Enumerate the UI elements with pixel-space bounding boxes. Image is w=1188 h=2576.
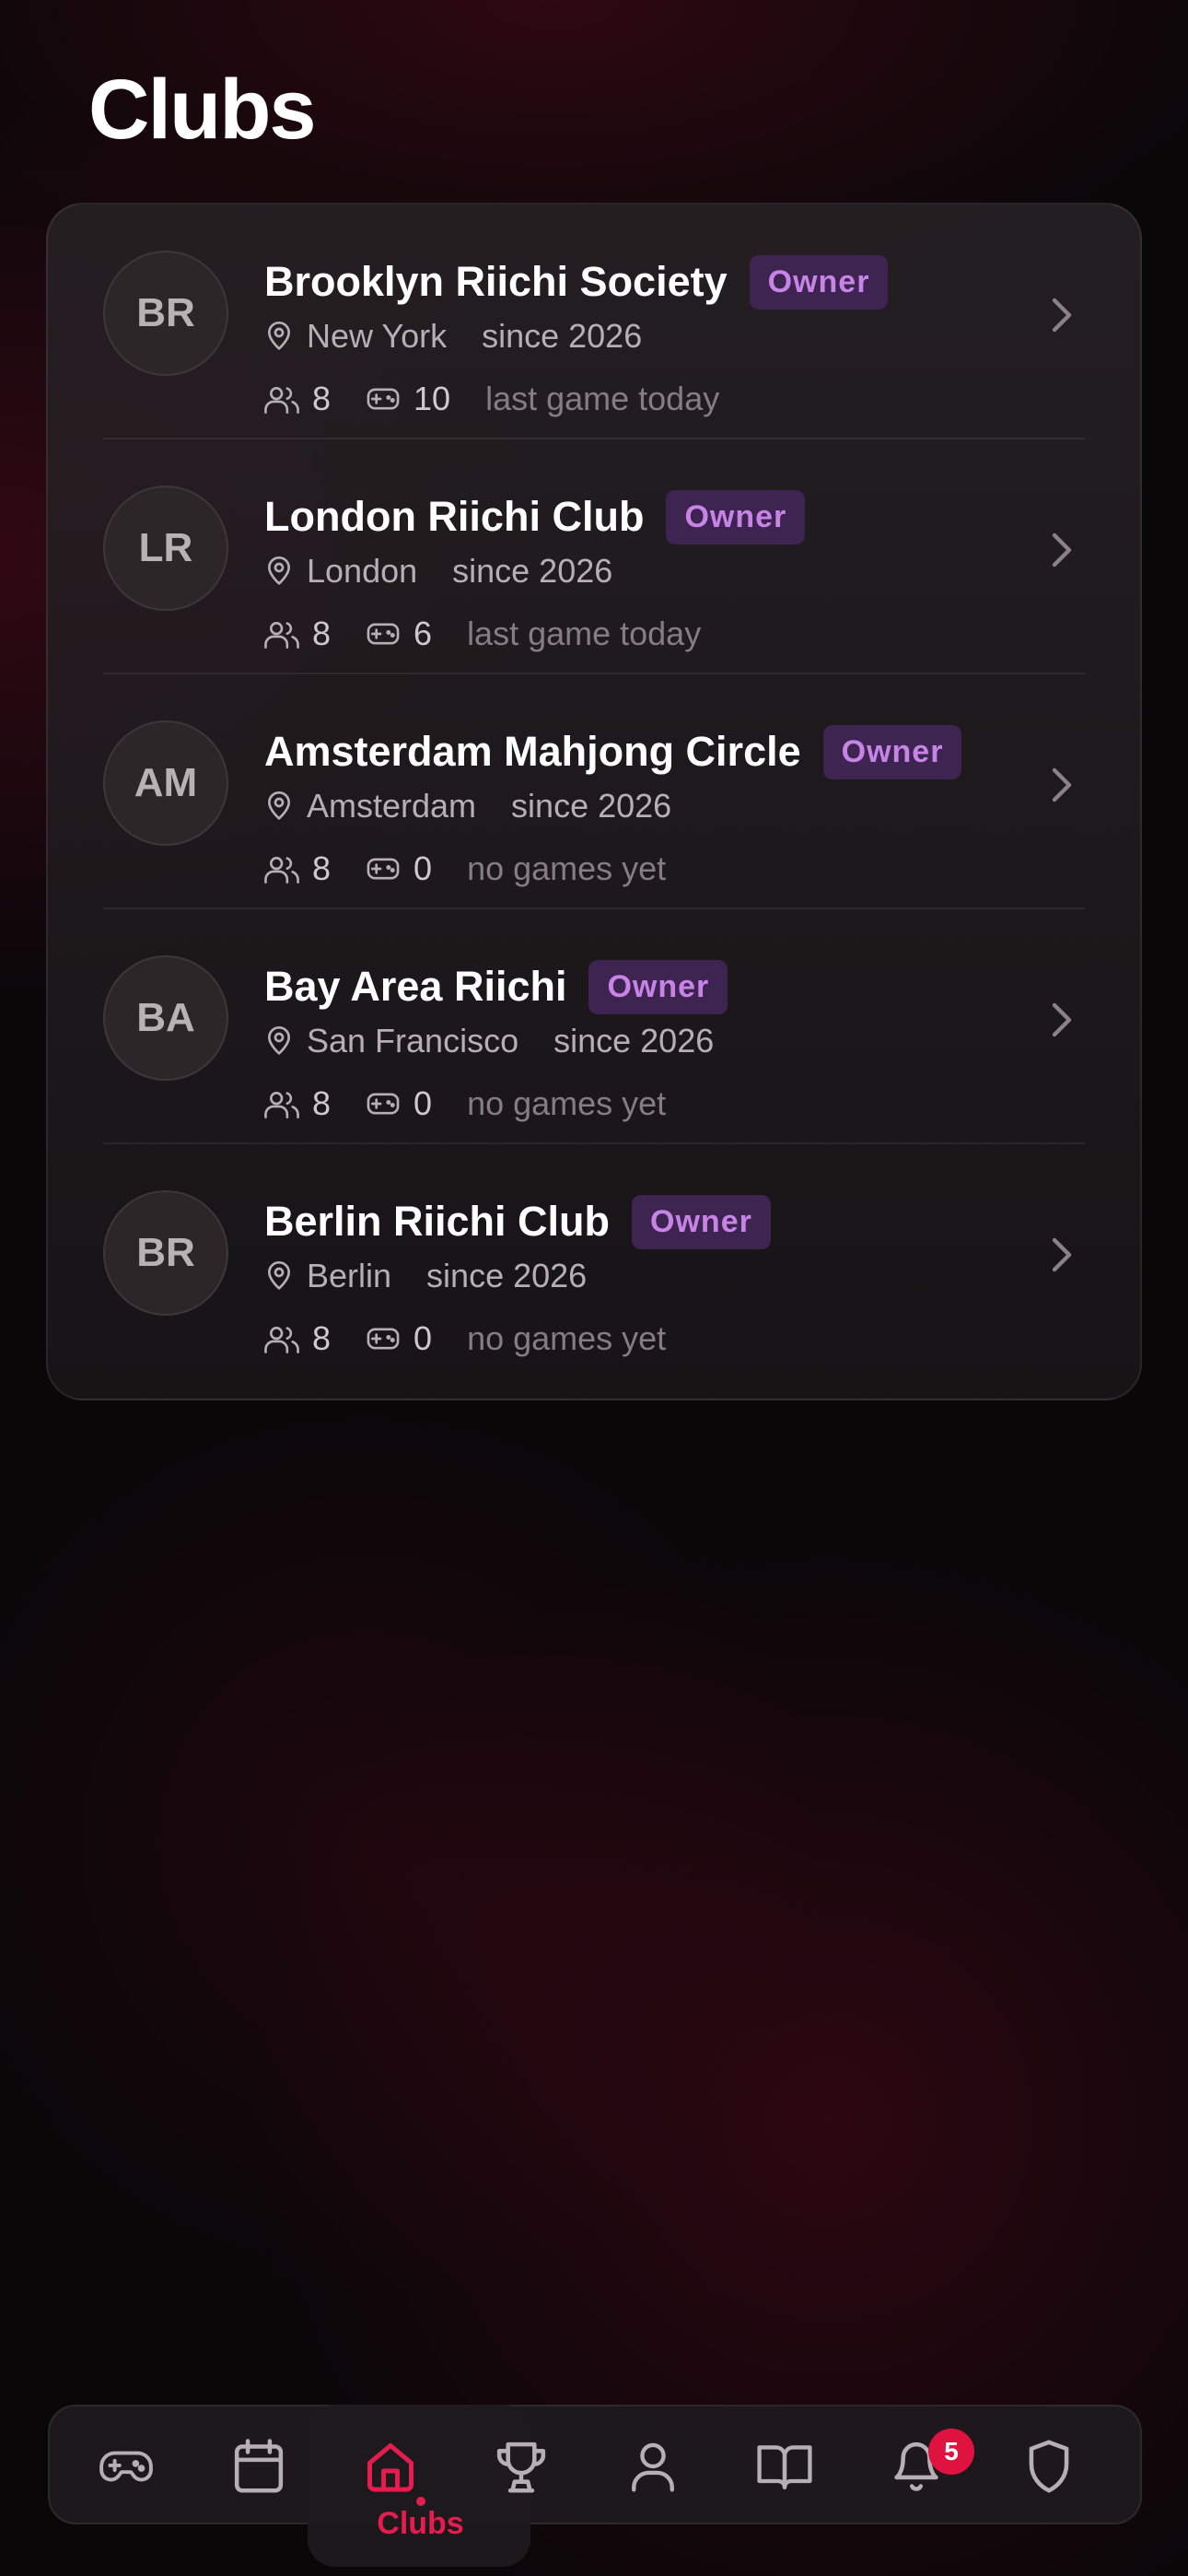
shield-icon [1024, 2438, 1074, 2495]
club-location: Amsterdam [307, 787, 477, 825]
club-avatar: BA [103, 955, 228, 1081]
trophy-icon [493, 2438, 550, 2495]
role-badge: Owner [749, 254, 889, 310]
club-since: since 2026 [511, 787, 672, 825]
members-icon [264, 383, 299, 415]
last-game: last game today [467, 615, 702, 652]
tab-rules[interactable] [729, 2406, 840, 2526]
clubs-list: BR Brooklyn Riichi Society Owner New Yor… [46, 203, 1142, 1400]
last-game: no games yet [467, 1084, 667, 1122]
members-icon [264, 1323, 299, 1354]
location-pin-icon [264, 1025, 294, 1058]
game-count: 0 [413, 1084, 433, 1122]
club-row[interactable]: LR London Riichi Club Owner London since… [48, 439, 1140, 674]
user-icon [627, 2439, 679, 2494]
games-icon [366, 855, 401, 883]
games-icon [366, 1325, 401, 1352]
last-game: no games yet [467, 849, 667, 887]
club-since: since 2026 [482, 317, 643, 355]
club-since: since 2026 [426, 1257, 588, 1294]
tab-leaderboard[interactable] [466, 2406, 577, 2526]
location-pin-icon [264, 555, 294, 588]
club-avatar: BR [103, 1190, 228, 1316]
club-name: Berlin Riichi Club [264, 1198, 611, 1245]
club-name: London Riichi Club [264, 493, 645, 540]
role-badge: Owner [588, 959, 728, 1014]
club-location: San Francisco [307, 1022, 519, 1060]
location-pin-icon [264, 790, 294, 823]
club-row[interactable]: BR Berlin Riichi Club Owner Berlin since… [48, 1144, 1140, 1379]
club-name: Brooklyn Riichi Society [264, 258, 728, 305]
last-game: no games yet [467, 1319, 667, 1357]
games-icon [366, 620, 401, 648]
role-badge: Owner [666, 489, 806, 544]
last-game: last game today [485, 380, 720, 417]
page-title: Clubs [88, 63, 317, 157]
member-count: 8 [312, 1084, 332, 1122]
member-count: 8 [312, 849, 332, 887]
club-row[interactable]: BR Brooklyn Riichi Society Owner New Yor… [48, 205, 1140, 439]
club-location: London [307, 552, 418, 590]
members-icon [264, 618, 299, 650]
games-icon [366, 1090, 401, 1118]
active-indicator-dot [416, 2497, 425, 2506]
members-icon [264, 853, 299, 884]
location-pin-icon [264, 1259, 294, 1293]
club-avatar: AM [103, 720, 228, 846]
tab-admin[interactable] [994, 2406, 1104, 2526]
role-badge: Owner [822, 724, 962, 779]
notification-count-badge: 5 [928, 2429, 974, 2475]
chevron-right-icon [1048, 297, 1076, 334]
tab-bar: Clubs [48, 2405, 1142, 2567]
chevron-right-icon [1048, 532, 1076, 568]
club-name: Bay Area Riichi [264, 963, 567, 1010]
chevron-right-icon [1048, 1236, 1076, 1273]
club-location: Berlin [307, 1257, 392, 1294]
game-count: 10 [413, 380, 451, 417]
calendar-icon [232, 2438, 285, 2495]
tab-calendar[interactable] [204, 2406, 314, 2526]
member-count: 8 [312, 1319, 332, 1357]
chevron-right-icon [1048, 767, 1076, 803]
club-avatar: LR [103, 486, 228, 611]
location-pin-icon [264, 320, 294, 353]
club-since: since 2026 [452, 552, 613, 590]
home-icon [363, 2439, 418, 2494]
club-row[interactable]: BA Bay Area Riichi Owner San Francisco s… [48, 909, 1140, 1144]
tab-games[interactable] [71, 2406, 181, 2526]
member-count: 8 [312, 380, 332, 417]
chevron-right-icon [1048, 1001, 1076, 1038]
role-badge: Owner [632, 1194, 771, 1249]
members-icon [264, 1088, 299, 1119]
club-since: since 2026 [553, 1022, 715, 1060]
games-icon [366, 385, 401, 413]
gamepad-icon [98, 2442, 155, 2490]
tab-profile[interactable] [598, 2406, 708, 2526]
member-count: 8 [312, 615, 332, 652]
book-icon [755, 2441, 814, 2492]
game-count: 6 [413, 615, 433, 652]
club-name: Amsterdam Mahjong Circle [264, 728, 801, 775]
club-avatar: BR [103, 251, 228, 376]
game-count: 0 [413, 1319, 433, 1357]
club-location: New York [307, 317, 448, 355]
game-count: 0 [413, 849, 433, 887]
club-row[interactable]: AM Amsterdam Mahjong Circle Owner Amster… [48, 674, 1140, 909]
